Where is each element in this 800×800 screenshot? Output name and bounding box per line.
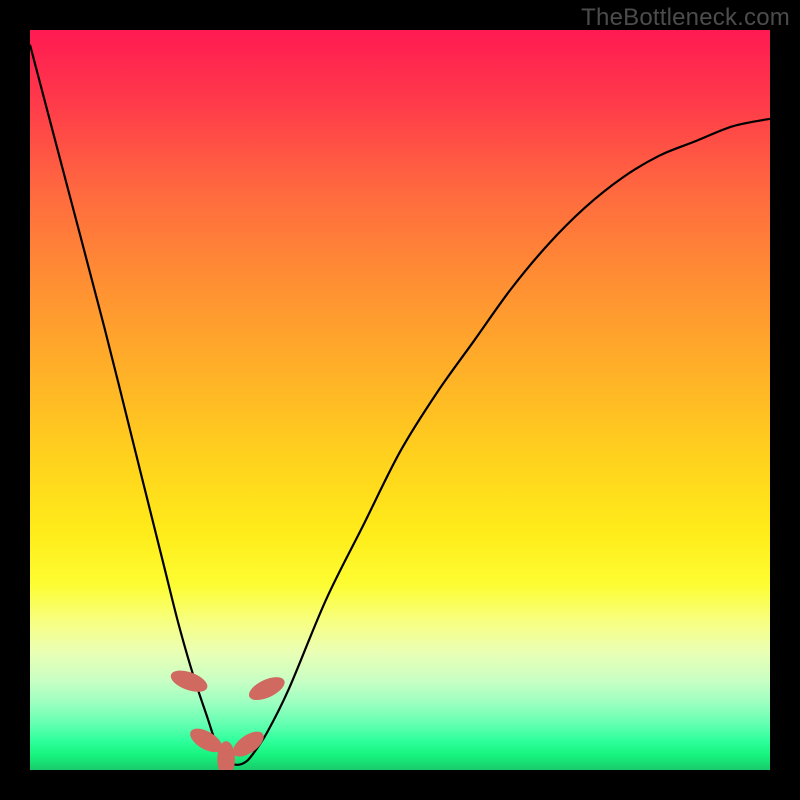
watermark-text: TheBottleneck.com: [581, 4, 790, 32]
curve-layer: [30, 30, 770, 770]
plot-area: [30, 30, 770, 770]
chart-frame: TheBottleneck.com: [0, 0, 800, 800]
curve-markers: [168, 666, 288, 770]
curve-marker: [246, 672, 288, 704]
bottleneck-curve: [30, 45, 770, 765]
curve-marker: [168, 666, 210, 696]
